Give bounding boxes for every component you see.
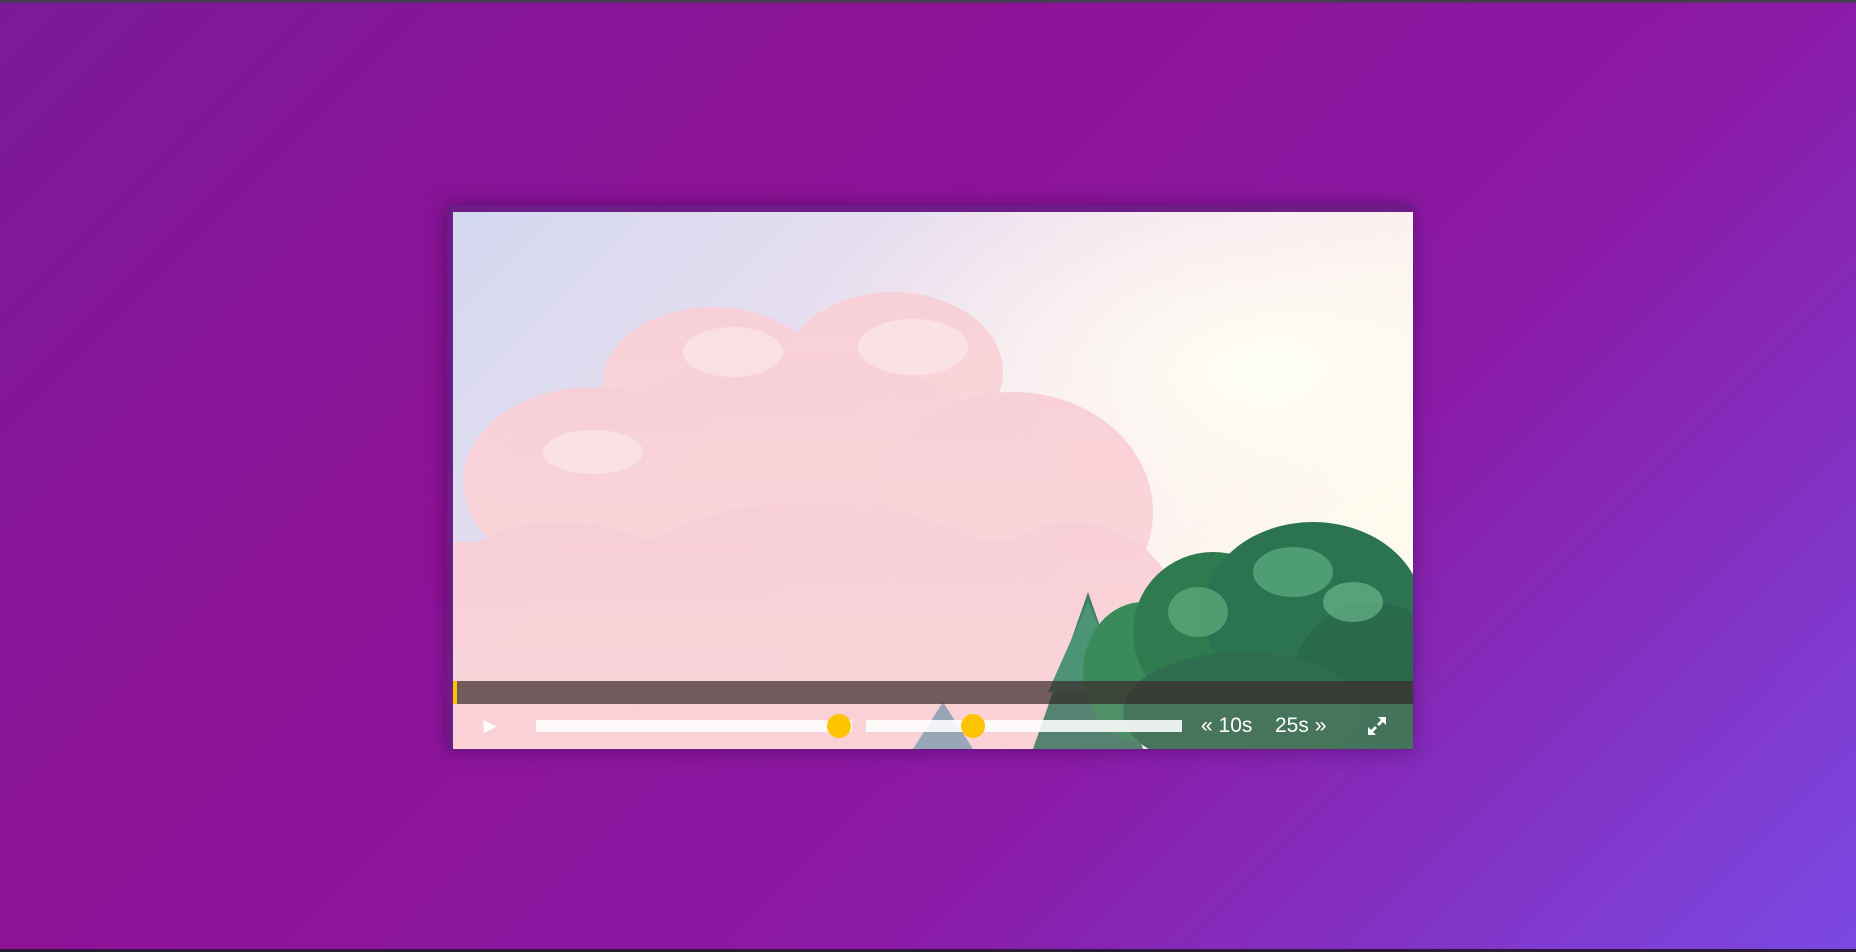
video-viewport[interactable]: ▶ « 10s 25s »: [453, 212, 1413, 749]
volume-slider-track: [536, 720, 852, 732]
playback-rate-slider-track: [866, 720, 1182, 732]
skip-back-button[interactable]: « 10s: [1201, 714, 1252, 738]
window-top-border: [0, 0, 1856, 3]
playback-rate-slider-thumb[interactable]: [961, 714, 986, 738]
volume-slider[interactable]: [536, 714, 852, 738]
player-controls: ▶ « 10s 25s »: [453, 704, 1413, 749]
skip-forward-button[interactable]: 25s »: [1275, 714, 1326, 738]
play-button[interactable]: ▶: [478, 714, 502, 738]
fullscreen-icon: [1368, 717, 1386, 735]
playback-rate-slider[interactable]: [866, 714, 1182, 738]
video-player: ▶ « 10s 25s »: [447, 205, 1413, 750]
seek-bar[interactable]: [453, 681, 1413, 704]
seek-bar-fill: [453, 681, 457, 704]
fullscreen-button[interactable]: [1365, 714, 1389, 738]
play-icon: ▶: [483, 716, 497, 735]
video-frame-scene: [453, 212, 1413, 749]
volume-slider-thumb[interactable]: [827, 714, 852, 738]
